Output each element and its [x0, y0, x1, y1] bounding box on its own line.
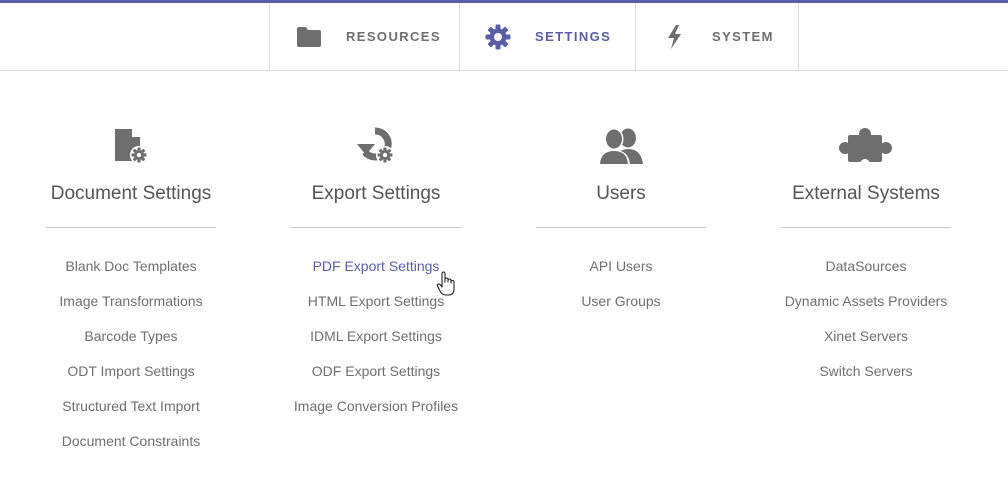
section-document-settings: Document Settings Blank Doc Templates Im… — [46, 126, 216, 468]
section-title: Export Settings — [311, 183, 441, 204]
link-odf-export-settings[interactable]: ODF Export Settings — [291, 363, 461, 398]
link-datasources[interactable]: DataSources — [781, 258, 951, 293]
link-image-conversion-profiles[interactable]: Image Conversion Profiles — [291, 398, 461, 433]
link-barcode-types[interactable]: Barcode Types — [46, 328, 216, 363]
section-title: Document Settings — [50, 183, 212, 204]
nav-tabs: RESOURCES SETTINGS SYSTEM — [269, 3, 799, 70]
tab-system-label: SYSTEM — [712, 29, 774, 44]
tab-resources[interactable]: RESOURCES — [270, 3, 460, 70]
link-user-groups[interactable]: User Groups — [536, 293, 706, 328]
hand-pointer-cursor-icon — [436, 271, 456, 301]
section-divider — [291, 227, 461, 228]
lightning-icon — [662, 24, 688, 50]
tab-system[interactable]: SYSTEM — [636, 3, 799, 70]
tab-resources-label: RESOURCES — [346, 29, 441, 44]
section-title: External Systems — [792, 183, 940, 204]
link-document-constraints[interactable]: Document Constraints — [46, 433, 216, 468]
link-list: API Users User Groups — [536, 258, 706, 328]
section-divider — [781, 227, 951, 228]
link-xinet-servers[interactable]: Xinet Servers — [781, 328, 951, 363]
link-api-users[interactable]: API Users — [536, 258, 706, 293]
link-structured-text-import[interactable]: Structured Text Import — [46, 398, 216, 433]
link-idml-export-settings[interactable]: IDML Export Settings — [291, 328, 461, 363]
link-list: Blank Doc Templates Image Transformation… — [46, 258, 216, 468]
top-navigation-bar: RESOURCES SETTINGS SYSTEM — [0, 0, 1008, 71]
tab-settings-label: SETTINGS — [535, 29, 612, 44]
link-image-transformations[interactable]: Image Transformations — [46, 293, 216, 328]
folder-icon — [296, 24, 322, 50]
puzzle-piece-icon — [781, 126, 951, 166]
link-odt-import-settings[interactable]: ODT Import Settings — [46, 363, 216, 398]
users-icon — [536, 126, 706, 166]
tab-settings[interactable]: SETTINGS — [460, 3, 636, 70]
document-settings-icon — [46, 126, 216, 166]
link-blank-doc-templates[interactable]: Blank Doc Templates — [46, 258, 216, 293]
section-users: Users API Users User Groups — [536, 126, 706, 328]
section-divider — [536, 227, 706, 228]
link-dynamic-assets-providers[interactable]: Dynamic Assets Providers — [781, 293, 951, 328]
link-switch-servers[interactable]: Switch Servers — [781, 363, 951, 398]
gear-icon — [485, 24, 511, 50]
export-settings-icon — [291, 126, 461, 166]
section-external-systems: External Systems DataSources Dynamic Ass… — [781, 126, 951, 398]
section-divider — [46, 227, 216, 228]
section-title: Users — [596, 183, 646, 204]
link-list: DataSources Dynamic Assets Providers Xin… — [781, 258, 951, 398]
